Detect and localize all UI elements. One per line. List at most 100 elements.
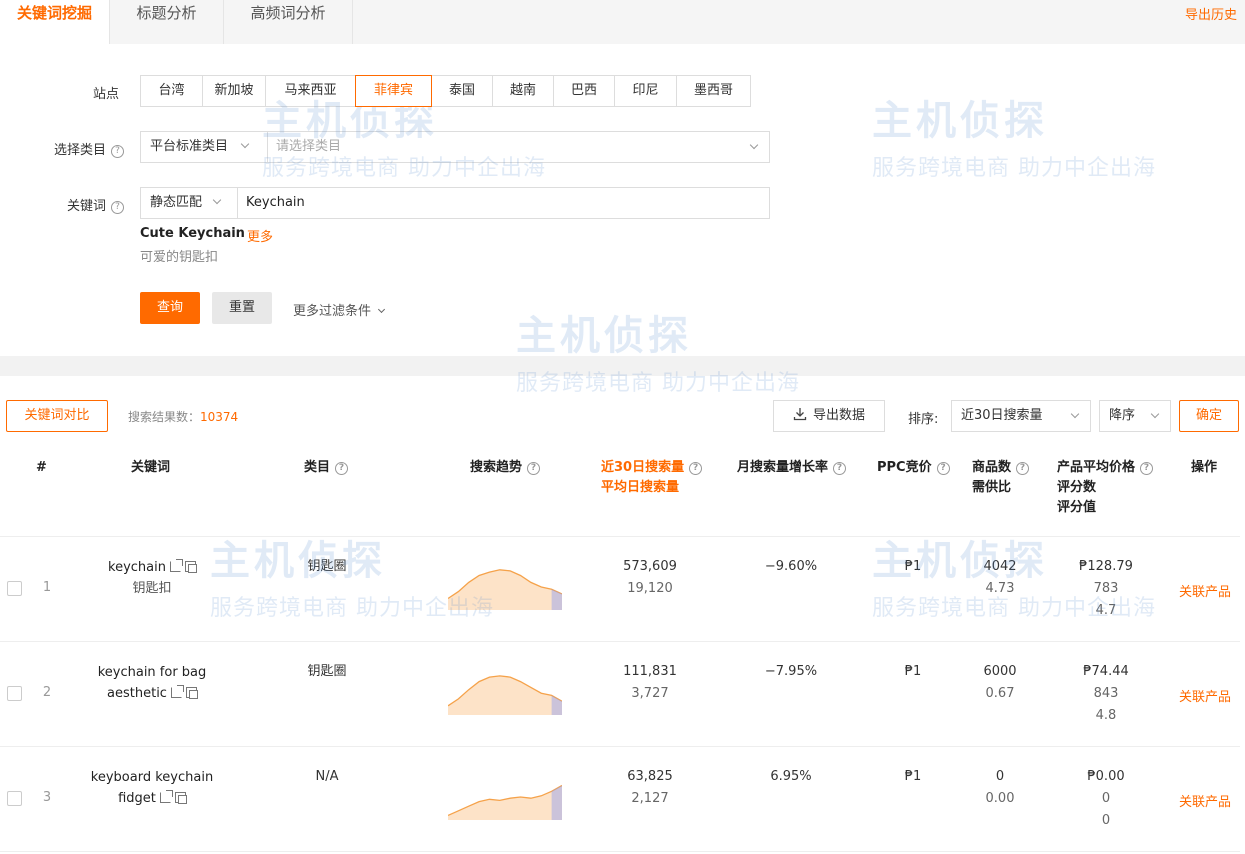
price-cell: ₱0.00 0 0 [1066, 766, 1146, 832]
export-history-link[interactable]: 导出历史 [1185, 4, 1237, 23]
help-icon[interactable]: ? [335, 462, 349, 475]
col-ratio-label: 需供比 [972, 480, 1012, 495]
keyword-compare-button[interactable]: 关键词对比 [6, 400, 108, 432]
help-icon[interactable]: ? [689, 462, 703, 475]
col-trend: 搜索趋势? [470, 458, 541, 478]
tab-frequent-words[interactable]: 高频词分析 [224, 0, 353, 44]
category-label: 选择类目? [30, 139, 124, 158]
keyword-text[interactable]: keyboard keychain [91, 770, 213, 785]
site-option-malaysia[interactable]: 马来西亚 [265, 75, 356, 107]
watermark-brand: 主机侦探 [516, 313, 692, 359]
trend-area [448, 785, 562, 820]
growth-rate-cell: −9.60% [764, 559, 818, 574]
keyword-search: 静态匹配 Keychain [140, 187, 770, 219]
sort-field-dropdown[interactable]: 近30日搜索量 [951, 400, 1091, 432]
site-option-vietnam[interactable]: 越南 [492, 75, 554, 107]
category-input[interactable]: 请选择类目 [268, 132, 769, 162]
watermark: 主机侦探 服务跨境电商 助力中企出海 [516, 303, 800, 397]
daily-search-value: 19,120 [627, 581, 673, 596]
result-count: 搜索结果数：10374 [128, 408, 238, 425]
copy-icon[interactable] [185, 687, 198, 699]
confirm-button[interactable]: 确定 [1179, 400, 1239, 432]
avg-price-value: ₱0.00 [1087, 769, 1125, 784]
keyword-label-text: 关键词 [66, 199, 106, 214]
rating-value: 4.8 [1095, 708, 1117, 723]
site-selector: 台湾 新加坡 马来西亚 菲律宾 泰国 越南 巴西 印尼 墨西哥 [140, 75, 751, 107]
site-option-philippines[interactable]: 菲律宾 [355, 75, 432, 107]
products-value: 4042 [983, 559, 1017, 574]
site-option-mexico[interactable]: 墨西哥 [676, 75, 751, 107]
related-products-link[interactable]: 关联产品 [1179, 686, 1231, 705]
table-divider [0, 536, 1240, 537]
query-button[interactable]: 查询 [140, 292, 200, 324]
tab-title-analysis[interactable]: 标题分析 [110, 0, 224, 44]
col-search30[interactable]: 近30日搜索量? 平均日搜索量 [601, 458, 703, 498]
watermark-brand: 主机侦探 [872, 98, 1048, 144]
sort-label: 排序: [908, 412, 939, 427]
trend-area [448, 675, 562, 715]
export-data-button[interactable]: 导出数据 [773, 400, 885, 432]
external-link-icon[interactable] [159, 790, 173, 803]
row-index: 1 [42, 580, 52, 595]
col-reviews-label: 评分数 [1057, 480, 1097, 495]
avg-price-value: ₱74.44 [1083, 664, 1129, 679]
search-30d-value: 111,831 [623, 664, 677, 679]
help-icon[interactable]: ? [111, 145, 124, 158]
match-type-dropdown[interactable]: 静态匹配 [141, 188, 238, 218]
copy-icon[interactable] [174, 792, 187, 804]
trend-tail [551, 589, 562, 610]
keyword-text-cont[interactable]: aesthetic [107, 686, 167, 701]
keyword-input[interactable]: Keychain [238, 188, 769, 218]
site-option-thailand[interactable]: 泰国 [431, 75, 493, 107]
chevron-down-icon [1150, 409, 1160, 419]
category-cell: 钥匙圈 [307, 559, 347, 574]
keyword-text[interactable]: keychain [108, 560, 166, 575]
related-products-link[interactable]: 关联产品 [1179, 791, 1231, 810]
suggestion-more-link[interactable]: 更多 [247, 226, 273, 245]
watermark-slogan: 服务跨境电商 助力中企出海 [872, 156, 1156, 181]
row-checkbox[interactable] [7, 791, 22, 806]
site-option-brazil[interactable]: 巴西 [553, 75, 615, 107]
category-type-dropdown[interactable]: 平台标准类目 [141, 132, 268, 162]
rating-value: 0 [1101, 813, 1111, 828]
col-category-label: 类目 [304, 460, 331, 475]
price-cell: ₱128.79 783 4.7 [1066, 556, 1146, 622]
copy-icon[interactable] [184, 561, 197, 573]
external-link-icon[interactable] [169, 559, 183, 572]
help-icon[interactable]: ? [936, 462, 950, 475]
keyword-text-cont[interactable]: fidget [118, 791, 156, 806]
search-30d-value: 573,609 [623, 559, 677, 574]
external-link-icon[interactable] [170, 685, 184, 698]
col-search30-label: 近30日搜索量 [601, 460, 685, 475]
site-option-taiwan[interactable]: 台湾 [140, 75, 203, 107]
ratio-value: 4.73 [985, 581, 1015, 596]
related-products-link[interactable]: 关联产品 [1179, 581, 1231, 600]
category-cell: N/A [315, 769, 339, 784]
site-option-indonesia[interactable]: 印尼 [614, 75, 677, 107]
trend-sparkline [448, 784, 562, 820]
keyword-cell: keychain 钥匙扣 [82, 557, 222, 599]
keyword-suggestion[interactable]: Cute Keychain [140, 226, 245, 241]
sort-order-dropdown[interactable]: 降序 [1099, 400, 1171, 432]
site-option-singapore[interactable]: 新加坡 [202, 75, 266, 107]
chevron-down-icon [240, 139, 250, 149]
trend-tail [551, 695, 562, 715]
keyword-text[interactable]: keychain for bag [98, 665, 207, 680]
help-icon[interactable]: ? [1140, 462, 1154, 475]
col-index: # [36, 460, 47, 475]
export-data-label: 导出数据 [812, 408, 865, 423]
col-ppc: PPC竞价? [877, 458, 950, 478]
chevron-down-icon [212, 195, 222, 205]
more-filters-toggle[interactable]: 更多过滤条件 [293, 300, 386, 319]
help-icon[interactable]: ? [833, 462, 847, 475]
help-icon[interactable]: ? [111, 201, 124, 214]
row-checkbox[interactable] [7, 686, 22, 701]
row-checkbox[interactable] [7, 581, 22, 596]
reset-button[interactable]: 重置 [212, 292, 272, 324]
tab-keyword-mining[interactable]: 关键词挖掘 [0, 0, 110, 44]
help-icon[interactable]: ? [1016, 462, 1030, 475]
review-count-value: 0 [1101, 791, 1111, 806]
review-count-value: 783 [1093, 581, 1119, 596]
help-icon[interactable]: ? [527, 462, 541, 475]
keyword-translation: 钥匙扣 [132, 581, 172, 596]
